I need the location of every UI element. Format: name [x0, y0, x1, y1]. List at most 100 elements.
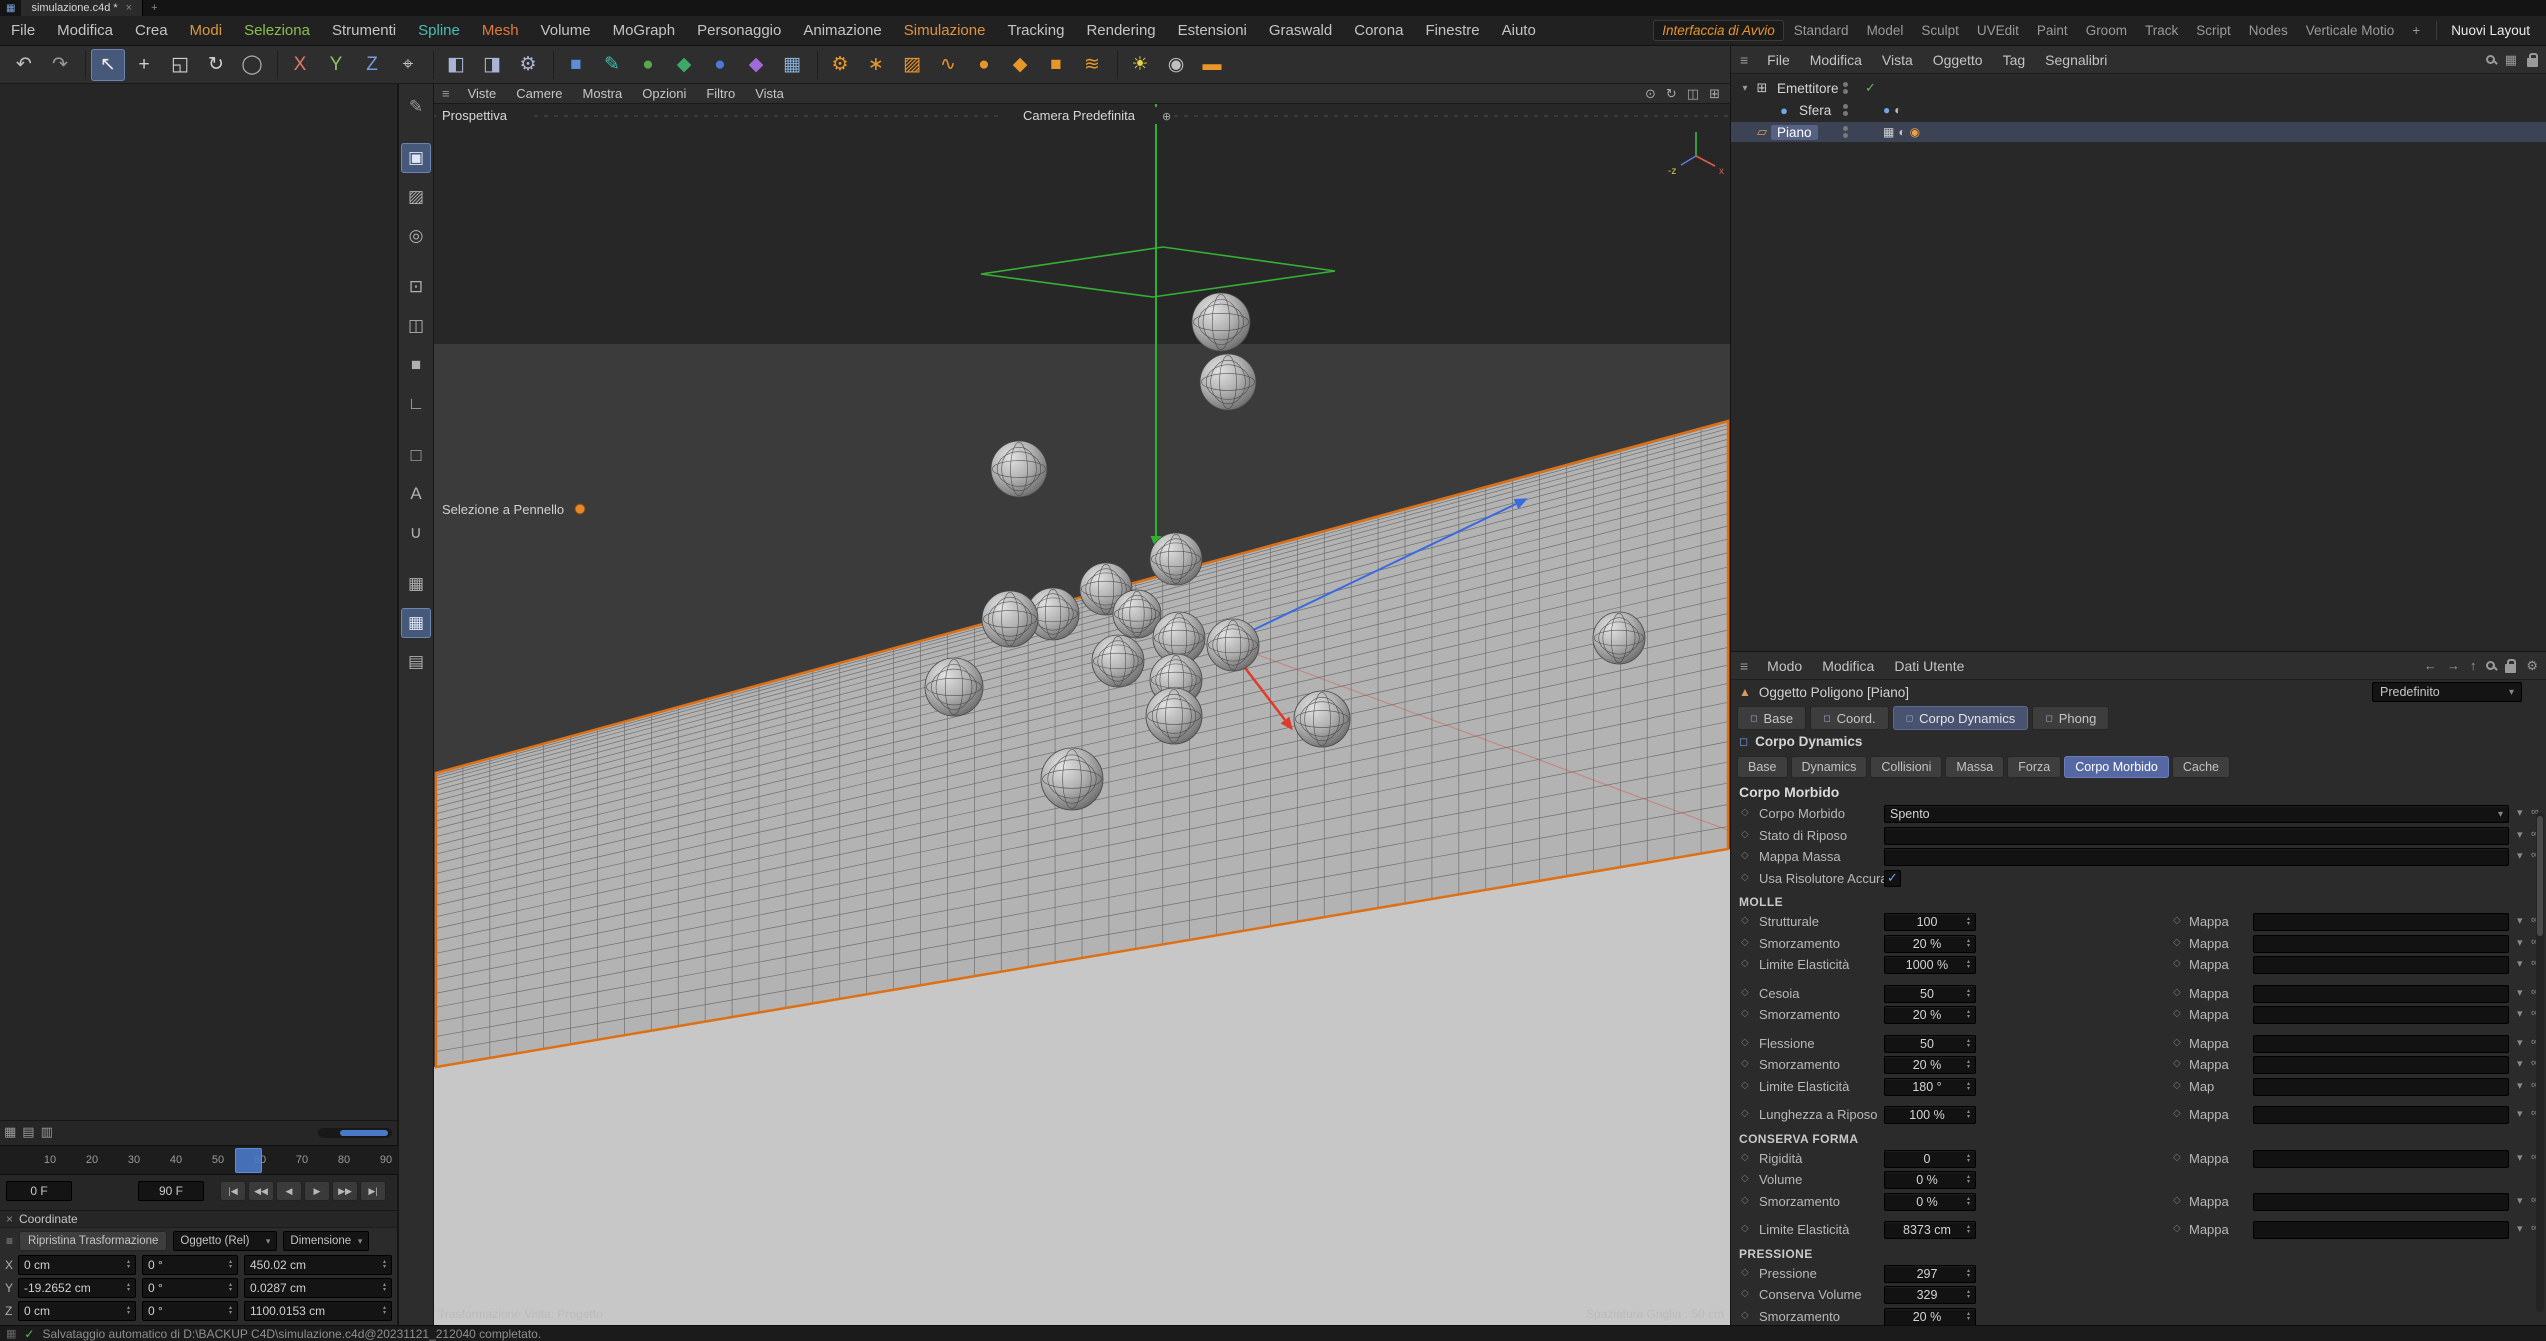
sphere-object[interactable] — [1593, 612, 1645, 664]
generators-button[interactable]: ● — [631, 49, 665, 81]
menu-personaggio[interactable]: Personaggio — [686, 16, 792, 45]
key-diamond-icon[interactable]: ◇ — [1741, 807, 1749, 818]
om-menu-modifica[interactable]: Modifica — [1800, 52, 1872, 68]
param-input[interactable]: 50▴▾ — [1884, 985, 1976, 1003]
expand-icon[interactable]: ▾ — [2517, 914, 2523, 927]
om-menu-file[interactable]: File — [1757, 52, 1800, 68]
key-diamond-icon[interactable]: ◇ — [2173, 1108, 2181, 1119]
visibility-dots[interactable] — [1843, 82, 1848, 94]
value-stepper[interactable]: ▴▾ — [1967, 1154, 1970, 1164]
scale-tool[interactable]: ◱ — [163, 49, 197, 81]
light-button[interactable]: ☀ — [1123, 49, 1157, 81]
menu-file[interactable]: File — [0, 16, 46, 45]
param-input[interactable]: 180 °▴▾ — [1884, 1078, 1976, 1096]
key-diamond-icon[interactable]: ◇ — [2173, 1195, 2181, 1206]
polygons-mode-button[interactable]: ■ — [401, 350, 431, 380]
value-stepper[interactable]: ▴▾ — [1967, 1010, 1970, 1020]
parent-object-icon[interactable]: ↑ — [2470, 658, 2477, 673]
key-diamond-icon[interactable]: ◇ — [2173, 1152, 2181, 1163]
expand-icon[interactable]: ▾ — [2517, 828, 2523, 841]
deformers-button[interactable]: ◆ — [667, 49, 701, 81]
visibility-dots[interactable] — [1843, 104, 1848, 116]
viewport-menu-filtro[interactable]: Filtro — [696, 86, 745, 101]
coordinate-menu-icon[interactable]: ≡ — [0, 1234, 19, 1248]
tab-coord[interactable]: ◻Coord. — [1810, 706, 1889, 730]
sphere-object[interactable] — [982, 591, 1038, 647]
viewport-menu-vista[interactable]: Vista — [745, 86, 794, 101]
sphere-object[interactable] — [1150, 533, 1202, 585]
value-stepper[interactable]: ▴▾ — [1967, 939, 1970, 949]
param-input[interactable]: 50▴▾ — [1884, 1035, 1976, 1053]
view-mode-label[interactable]: Prospettiva — [442, 108, 508, 123]
sphere-object[interactable] — [1294, 691, 1350, 747]
object-row-piano[interactable]: ▱Piano▦◐◉ — [1731, 122, 2546, 142]
value-stepper[interactable]: ▴▾ — [127, 1306, 130, 1316]
value-stepper[interactable]: ▴▾ — [127, 1260, 130, 1270]
expand-icon[interactable]: ▾ — [2517, 1036, 2523, 1049]
value-stepper[interactable]: ▴▾ — [1967, 960, 1970, 970]
key-diamond-icon[interactable]: ◇ — [2173, 1058, 2181, 1069]
layout-uvedit[interactable]: UVEdit — [1969, 21, 2027, 40]
next-frame-button[interactable]: ▶▶ — [332, 1181, 358, 1201]
visibility-dots[interactable] — [1843, 126, 1848, 138]
lock-icon[interactable] — [2505, 664, 2516, 673]
sphere-object[interactable] — [1092, 635, 1144, 687]
viewport-3d[interactable]: ProspettivaCamera Predefinita⊕Selezione … — [434, 104, 1730, 1325]
menu-modifica[interactable]: Modifica — [46, 16, 124, 45]
menu-finestre[interactable]: Finestre — [1414, 16, 1490, 45]
close-tab-icon[interactable]: × — [126, 2, 132, 14]
menu-animazione[interactable]: Animazione — [792, 16, 892, 45]
key-diamond-icon[interactable]: ◇ — [2173, 1080, 2181, 1091]
render-settings-button[interactable]: ⚙ — [511, 49, 545, 81]
menu-graswald[interactable]: Graswald — [1258, 16, 1343, 45]
enabled-check-icon[interactable]: ✓ — [1865, 80, 1876, 96]
object-row-emettitore[interactable]: ▾⊞Emettitore✓ — [1731, 78, 2546, 98]
add-primitive-button[interactable]: ■ — [559, 49, 593, 81]
environment-button[interactable]: ▬ — [1195, 49, 1229, 81]
mappa-field[interactable] — [2253, 985, 2509, 1003]
rope-button[interactable]: ∿ — [931, 49, 965, 81]
render-view-button[interactable]: ◧ — [439, 49, 473, 81]
timeline-ruler[interactable]: 102030405060708090 — [0, 1145, 398, 1175]
workplane-snap-button[interactable]: ▤ — [401, 647, 431, 677]
value-stepper[interactable]: ▴▾ — [383, 1306, 386, 1316]
x-axis-lock[interactable]: X — [283, 49, 317, 81]
material-manager-panel[interactable] — [0, 84, 398, 1120]
layout-nuovi-layout[interactable]: Nuovi Layout — [2436, 21, 2538, 40]
size-input-z[interactable]: 1100.0153 cm▴▾ — [244, 1301, 392, 1321]
object-manager-menu-icon[interactable]: ≡ — [1731, 52, 1757, 68]
param-input[interactable]: 1000 %▴▾ — [1884, 956, 1976, 974]
om-menu-segnalibri[interactable]: Segnalibri — [2035, 52, 2117, 68]
phong-tag[interactable]: ◐ — [1898, 125, 1905, 139]
timeline-zoom-slider[interactable] — [318, 1128, 392, 1138]
softbody-button[interactable]: ● — [967, 49, 1001, 81]
layers-icon[interactable]: ▤ — [22, 1124, 34, 1140]
timeline-playhead[interactable] — [235, 1148, 262, 1173]
param-input[interactable]: 20 %▴▾ — [1884, 1308, 1976, 1326]
key-diamond-icon[interactable]: ◇ — [1741, 1267, 1749, 1278]
search-icon[interactable] — [2486, 661, 2495, 670]
layout-standard[interactable]: Standard — [1786, 21, 1857, 40]
texture-axis-button[interactable]: A — [401, 479, 431, 509]
rotation-input-z[interactable]: 0 °▴▾ — [142, 1301, 238, 1321]
sphere-object[interactable] — [1192, 293, 1250, 351]
phong-tag[interactable]: ◐ — [1894, 103, 1901, 117]
subtab-dynamics[interactable]: Dynamics — [1791, 756, 1868, 778]
grid-snap-button[interactable]: ▦ — [401, 608, 431, 638]
menu-strumenti[interactable]: Strumenti — [321, 16, 407, 45]
expand-icon[interactable]: ▾ — [2517, 957, 2523, 970]
sphere-object[interactable] — [1200, 354, 1256, 410]
param-input[interactable]: 100▴▾ — [1884, 913, 1976, 931]
param-dropdown[interactable]: Spento▾ — [1884, 805, 2509, 823]
key-diamond-icon[interactable]: ◇ — [2173, 915, 2181, 926]
rotation-input-x[interactable]: 0 °▴▾ — [142, 1255, 238, 1275]
menu-modi[interactable]: Modi — [179, 16, 234, 45]
texture-mode-button[interactable]: ▨ — [401, 182, 431, 212]
subtab-base[interactable]: Base — [1737, 756, 1788, 778]
goto-end-button[interactable]: ▶| — [360, 1181, 386, 1201]
y-axis-lock[interactable]: Y — [319, 49, 353, 81]
last-tool[interactable]: ◯ — [235, 49, 269, 81]
value-stepper[interactable]: ▴▾ — [1967, 1225, 1970, 1235]
expand-icon[interactable]: ▾ — [2517, 1057, 2523, 1070]
size-input-x[interactable]: 450.02 cm▴▾ — [244, 1255, 392, 1275]
